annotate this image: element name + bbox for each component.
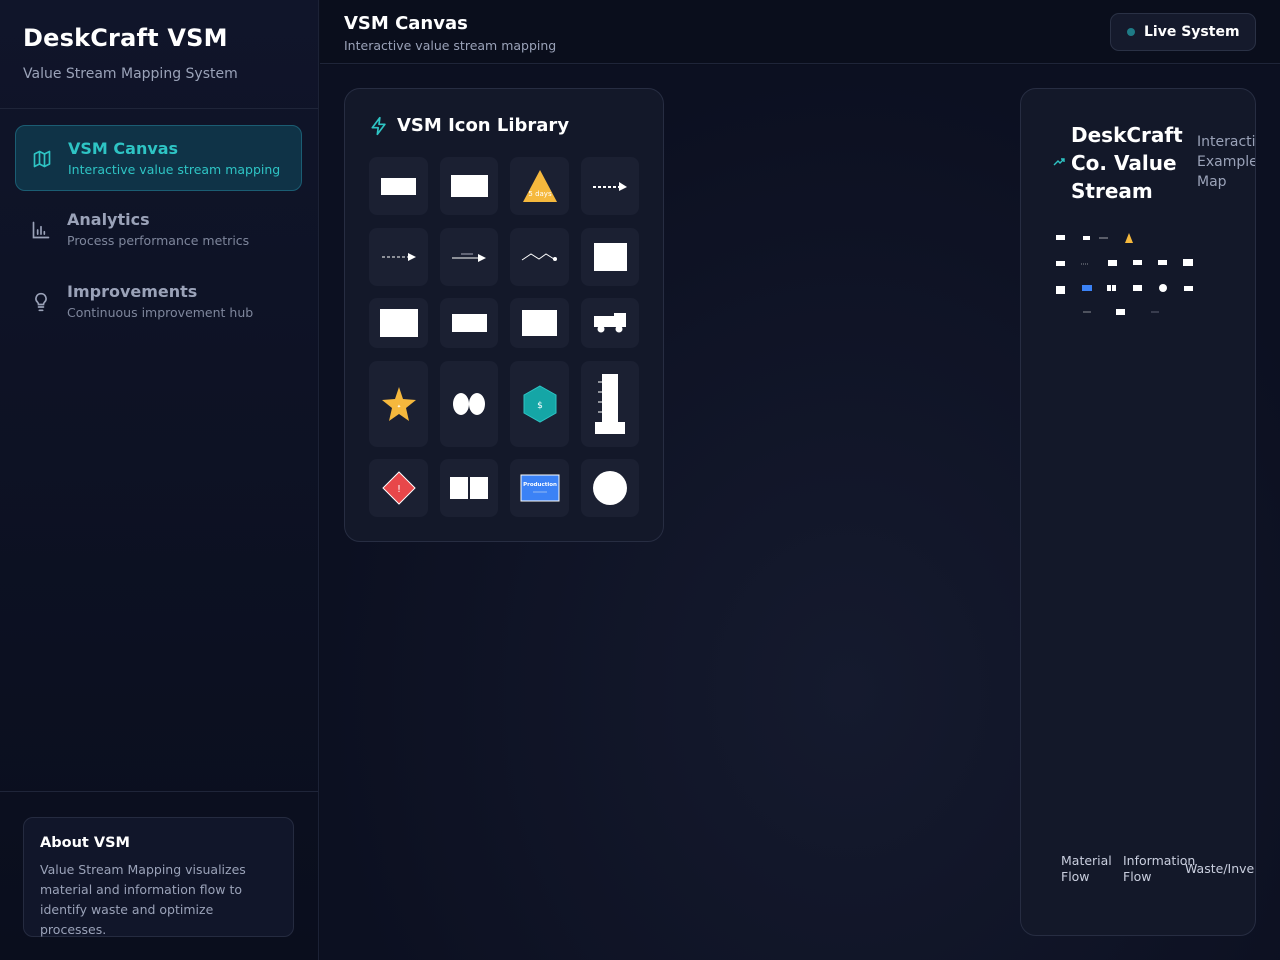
fifo-lane-icon[interactable] xyxy=(440,459,498,517)
inventory-label: 5 days xyxy=(528,190,552,198)
push-arrow-icon[interactable] xyxy=(581,157,639,215)
legend-material-flow: Material Flow xyxy=(1061,853,1112,884)
external-source-icon[interactable] xyxy=(440,298,498,348)
trending-up-icon xyxy=(1053,158,1065,166)
icon-library-panel: VSM Icon Library 5 days ✦ $ ! Production xyxy=(344,88,664,542)
warning-diamond-icon[interactable]: ! xyxy=(369,459,428,517)
example-map-title: DeskCraft Co. Value Stream xyxy=(1071,123,1183,203)
brand: DeskCraft VSM Value Stream Mapping Syste… xyxy=(0,0,318,109)
electronic-info-icon[interactable] xyxy=(510,228,569,286)
map-icon xyxy=(33,150,51,168)
sidebar-nav: VSM Canvas Interactive value stream mapp… xyxy=(0,109,318,335)
shared-process-icon[interactable] xyxy=(369,298,428,348)
circle-node-icon[interactable] xyxy=(581,459,639,517)
app-subtitle: Value Stream Mapping System xyxy=(23,66,238,82)
data-box-icon[interactable] xyxy=(581,228,639,286)
about-text: Value Stream Mapping visualizes material… xyxy=(40,862,246,937)
sidebar-item-sublabel: Interactive value stream mapping xyxy=(68,162,281,177)
supermarket-hexagon-icon[interactable]: $ xyxy=(510,361,569,447)
process-box-icon[interactable] xyxy=(369,157,428,215)
sidebar-item-sublabel: Process performance metrics xyxy=(67,233,250,248)
about-title: About VSM xyxy=(40,835,130,851)
status-label: Live System xyxy=(1144,24,1240,40)
sidebar-item-improvements[interactable]: Improvements Continuous improvement hub xyxy=(15,269,302,335)
production-control-label: Production xyxy=(523,482,557,488)
operator-icon[interactable] xyxy=(440,361,498,447)
top-header: VSM Canvas Interactive value stream mapp… xyxy=(320,0,1280,64)
kaizen-star-icon[interactable]: ✦ xyxy=(369,361,428,447)
status-dot-icon xyxy=(1127,28,1135,36)
mini-vsm-map xyxy=(1056,233,1193,315)
sidebar-item-label: Analytics xyxy=(67,210,150,229)
legend-information-flow: Information Flow xyxy=(1123,853,1196,884)
kaizen-burst-label: ! xyxy=(396,484,400,495)
legend-waste-inventory: Waste/Inventory xyxy=(1185,861,1255,876)
example-map-panel: DeskCraft Co. Value Stream Interactive E… xyxy=(1020,88,1256,936)
example-map-subtitle: Interactive Example Map xyxy=(1197,134,1256,190)
truck-shipment-icon[interactable] xyxy=(581,298,639,348)
supermarket-label: $ xyxy=(537,401,543,411)
sidebar-footer: About VSM Value Stream Mapping visualize… xyxy=(0,791,318,960)
sidebar-item-sublabel: Continuous improvement hub xyxy=(67,305,254,320)
timeline-ladder-icon[interactable] xyxy=(581,361,639,447)
page-title: VSM Canvas xyxy=(344,13,468,34)
workcell-icon[interactable] xyxy=(510,298,569,348)
electronic-flow-icon[interactable] xyxy=(440,228,498,286)
sidebar-item-analytics[interactable]: Analytics Process performance metrics xyxy=(15,197,302,263)
bar-chart-icon xyxy=(32,221,50,239)
sidebar: DeskCraft VSM Value Stream Mapping Syste… xyxy=(0,0,319,960)
live-system-badge: Live System xyxy=(1110,13,1256,51)
customer-supplier-icon[interactable] xyxy=(440,157,498,215)
sidebar-item-vsm-canvas[interactable]: VSM Canvas Interactive value stream mapp… xyxy=(15,125,302,191)
sidebar-item-label: Improvements xyxy=(67,282,198,301)
main-canvas: VSM Icon Library 5 days ✦ $ ! Production… xyxy=(320,65,1280,960)
page-subtitle: Interactive value stream mapping xyxy=(344,38,557,53)
lightbulb-icon xyxy=(35,292,47,312)
inventory-triangle-icon[interactable]: 5 days xyxy=(510,157,569,215)
sidebar-item-label: VSM Canvas xyxy=(68,139,179,158)
about-card: About VSM Value Stream Mapping visualize… xyxy=(23,817,294,937)
svg-text:✦: ✦ xyxy=(396,404,400,410)
production-control-icon[interactable]: Production xyxy=(510,459,569,517)
information-flow-icon[interactable] xyxy=(369,228,428,286)
library-title: VSM Icon Library xyxy=(397,115,570,136)
app-title: DeskCraft VSM xyxy=(23,24,228,52)
lightning-icon xyxy=(371,116,386,135)
